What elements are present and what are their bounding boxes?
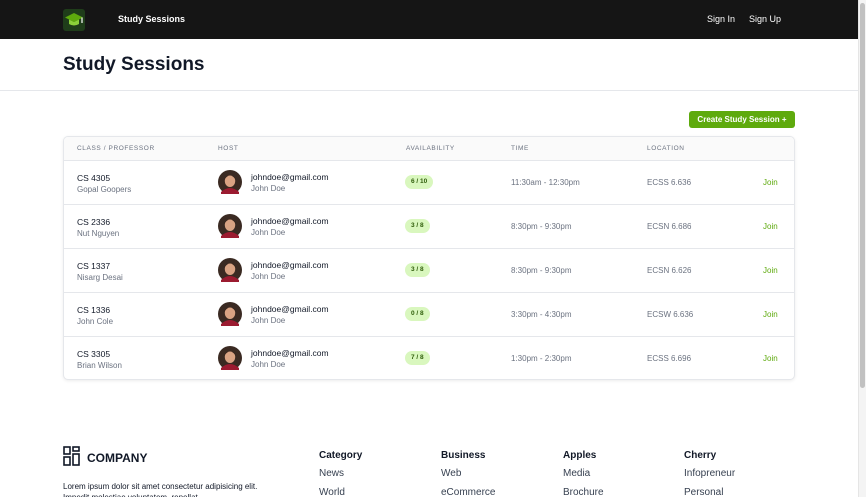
availability-badge: 7 / 8 <box>405 351 430 365</box>
session-location: ECSS 6.696 <box>647 354 692 363</box>
column-header-host: HOST <box>218 145 239 152</box>
session-location: ECSN 6.686 <box>647 222 692 231</box>
top-navbar: Study Sessions Sign In Sign Up <box>0 0 858 39</box>
host-name: John Doe <box>251 316 286 325</box>
join-link[interactable]: Join <box>763 310 778 319</box>
availability-badge: 3 / 8 <box>405 263 430 277</box>
class-code: CS 2336 <box>77 217 111 227</box>
session-time: 3:30pm - 4:30pm <box>511 310 572 319</box>
footer-link-personal[interactable]: Personal <box>684 487 723 497</box>
host-name: John Doe <box>251 360 286 369</box>
footer-description: Lorem ipsum dolor sit amet consectetur a… <box>63 482 258 497</box>
class-code: CS 1336 <box>77 305 111 315</box>
column-header-availability: AVAILABILITY <box>406 145 455 152</box>
company-name: COMPANY <box>87 451 148 465</box>
footer-link-web[interactable]: Web <box>441 468 461 479</box>
professor-name: Brian Wilson <box>77 361 122 370</box>
sessions-table: CLASS / PROFESSOR HOST AVAILABILITY TIME… <box>63 136 795 380</box>
sign-up-link[interactable]: Sign Up <box>749 14 781 24</box>
session-location: ECSN 6.626 <box>647 266 692 275</box>
session-time: 8:30pm - 9:30pm <box>511 222 572 231</box>
professor-name: Nisarg Desai <box>77 273 123 282</box>
brand-title[interactable]: Study Sessions <box>118 14 185 24</box>
footer-link-media[interactable]: Media <box>563 468 590 479</box>
availability-badge: 0 / 8 <box>405 307 430 321</box>
host-name: John Doe <box>251 272 286 281</box>
join-link[interactable]: Join <box>763 266 778 275</box>
footer-link-ecommerce[interactable]: eCommerce <box>441 487 495 497</box>
session-time: 1:30pm - 2:30pm <box>511 354 572 363</box>
column-header-class-professor: CLASS / PROFESSOR <box>77 145 155 152</box>
session-location: ECSW 6.636 <box>647 310 694 319</box>
host-email: johndoe@gmail.com <box>251 172 329 182</box>
footer-link-brochure[interactable]: Brochure <box>563 487 604 497</box>
page-title: Study Sessions <box>63 54 205 75</box>
table-header: CLASS / PROFESSOR HOST AVAILABILITY TIME… <box>64 137 794 161</box>
class-code: CS 1337 <box>77 261 111 271</box>
join-link[interactable]: Join <box>763 178 778 187</box>
user-avatar <box>218 258 242 282</box>
footer-link-news[interactable]: News <box>319 468 344 479</box>
sign-in-link[interactable]: Sign In <box>707 14 735 24</box>
graduation-cap-icon[interactable] <box>63 9 85 31</box>
scrollbar-thumb[interactable] <box>860 3 865 388</box>
table-row: CS 2336 Nut Nguyen johndoe@gmail.com Joh… <box>64 205 794 249</box>
footer-column-title-category: Category <box>319 450 363 461</box>
footer-link-infopreneur[interactable]: Infopreneur <box>684 468 735 479</box>
footer-column-title-apples: Apples <box>563 450 597 461</box>
class-code: CS 4305 <box>77 173 111 183</box>
professor-name: Nut Nguyen <box>77 229 120 238</box>
professor-name: Gopal Goopers <box>77 185 132 194</box>
vertical-scrollbar[interactable] <box>858 0 866 497</box>
table-row: CS 4305 Gopal Goopers johndoe@gmail.com … <box>64 161 794 205</box>
class-code: CS 3305 <box>77 349 111 359</box>
session-location: ECSS 6.636 <box>647 178 692 187</box>
table-row: CS 3305 Brian Wilson johndoe@gmail.com J… <box>64 337 794 379</box>
grid-logo-icon <box>63 446 80 466</box>
footer-link-world[interactable]: World <box>319 487 345 497</box>
footer-column-title-cherry: Cherry <box>684 450 717 461</box>
professor-name: John Cole <box>77 317 114 326</box>
session-time: 8:30pm - 9:30pm <box>511 266 572 275</box>
session-time: 11:30am - 12:30pm <box>511 178 580 187</box>
host-email: johndoe@gmail.com <box>251 260 329 270</box>
footer-column-title-business: Business <box>441 450 486 461</box>
user-avatar <box>218 302 242 326</box>
join-link[interactable]: Join <box>763 354 778 363</box>
host-name: John Doe <box>251 184 286 193</box>
user-avatar <box>218 346 242 370</box>
host-email: johndoe@gmail.com <box>251 304 329 314</box>
table-row: CS 1336 John Cole johndoe@gmail.com John… <box>64 293 794 337</box>
create-study-session-button[interactable]: Create Study Session + <box>689 111 795 128</box>
host-email: johndoe@gmail.com <box>251 348 329 358</box>
availability-badge: 6 / 10 <box>405 175 434 189</box>
column-header-location: LOCATION <box>647 145 685 152</box>
page-header: Study Sessions <box>0 39 858 91</box>
host-email: johndoe@gmail.com <box>251 216 329 226</box>
table-row: CS 1337 Nisarg Desai johndoe@gmail.com J… <box>64 249 794 293</box>
user-avatar <box>218 214 242 238</box>
host-name: John Doe <box>251 228 286 237</box>
join-link[interactable]: Join <box>763 222 778 231</box>
user-avatar <box>218 170 242 194</box>
availability-badge: 3 / 8 <box>405 219 430 233</box>
column-header-time: TIME <box>511 145 529 152</box>
